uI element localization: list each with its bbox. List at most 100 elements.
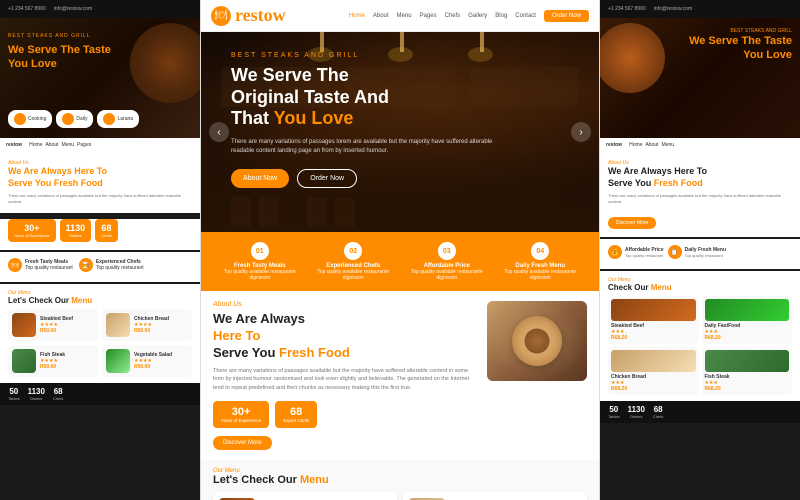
left-about-desc: There are many variations of passages av… (8, 193, 192, 205)
bstat-3: 68 Chefs (53, 387, 63, 401)
price-icon: 💰 (608, 245, 622, 259)
meals-icon: 🍽 (8, 258, 22, 272)
left-hero-text: Best Steaks And Grill We Serve The Taste… (8, 33, 111, 72)
left-stats: 30+ Years of Experience 1130 Dishes 68 C… (0, 219, 200, 250)
menu-item-img-4 (106, 349, 130, 373)
right-email: info@restow.com (654, 6, 692, 12)
center-header: 🍽 restow Home About Menu Pages Chefs Gal… (201, 0, 599, 32)
r-menu-item-2: Daily FastFood ★★★ R68.20 (702, 296, 793, 344)
left-food-image (130, 23, 200, 103)
feat-strip-3: 03 Affordable Price Top quality availabl… (400, 242, 494, 281)
r-menu-img-3 (611, 350, 696, 372)
center-menu-card-2: Chicken Bread ★★★★★ R05.35 (403, 492, 587, 500)
right-feature-row: 💰 Affordable Price Top quality restauran… (608, 245, 792, 259)
r-bstat-1: 50 Tables (608, 405, 620, 419)
nav-blog[interactable]: Blog (495, 13, 507, 19)
about-text: About Us We Are Always Here To Serve You… (213, 301, 477, 450)
about-image (487, 301, 587, 450)
feat-strip-4: 04 Daily Fresh Menu Top quality availabl… (494, 242, 588, 281)
features-strip: 01 Fresh Tasty Meals Top quality availab… (201, 232, 599, 291)
left-hero: Best Steaks And Grill We Serve The Taste… (0, 18, 200, 138)
center-about-section: About Us We Are Always Here To Serve You… (201, 291, 599, 460)
feat-chefs-text: Experienced Chefs Top quality restaurant (96, 259, 144, 271)
about-stat-years: 30+ Years of Experience (213, 401, 269, 428)
left-hero-headline: We Serve The Taste You Love (8, 43, 111, 72)
about-title: We Are Always Here To Serve You Fresh Fo… (213, 311, 477, 362)
right-menu-section: Our Menu Check Our Menu Steakted Beef ★★… (600, 271, 800, 401)
right-hero: Best Steaks And Grill We Serve The Taste… (600, 18, 800, 138)
cooking-icon (14, 113, 26, 125)
hero-next-button[interactable]: › (571, 122, 591, 142)
brand-name: restow (235, 5, 286, 26)
larana-icon (103, 113, 115, 125)
menu-item-info-1: Steakted Beef ★★★★ R50.00 (40, 316, 73, 334)
nav-chefs[interactable]: Chefs (445, 13, 461, 19)
right-discover-button[interactable]: Discover More (608, 217, 656, 229)
r-feat-price-text: Affordable Price Top quality restaurant (625, 247, 664, 258)
center-menu-grid: Steakted Beef ★★★★★ R05.35 Chicken Bread… (213, 492, 587, 500)
menu-icon: 📋 (668, 245, 682, 259)
right-nav-menu[interactable]: Menu (662, 142, 675, 148)
about-now-button[interactable]: About Now (231, 169, 289, 188)
left-topbar: +1 234 567 8900 info@restow.com (0, 0, 200, 18)
left-menu-item-4: Vegetable Salad ★★★★ R50.00 (102, 345, 192, 377)
nav-home[interactable]: Home (349, 13, 365, 19)
left-bottom-stats: 50 Tables 1130 Dishes 68 Chefs (0, 383, 200, 405)
menu-item-img-2 (106, 313, 130, 337)
left-hero-badges: Cooking Daily Larana (8, 110, 139, 128)
left-about-title: We Are Always Here To Serve You Fresh Fo… (8, 166, 192, 189)
left-nav-menu[interactable]: Menu (62, 142, 75, 148)
menu-item-info-3: Fish Steak ★★★★ R50.00 (40, 352, 65, 370)
nav-contact[interactable]: Contact (515, 13, 536, 19)
menu-item-img-1 (12, 313, 36, 337)
right-nav-about[interactable]: About (645, 142, 658, 148)
badge-daily: Daily (56, 110, 93, 128)
hero-description: There are many variations of passages lo… (231, 138, 511, 157)
r-menu-img-4 (705, 350, 790, 372)
r-menu-item-3: Chicken Bread ★★★ R68.20 (608, 347, 699, 395)
r-feat-menu-text: Daily Fresh Menu Top quality restaurant (685, 247, 726, 258)
order-now-hero-button[interactable]: Order Now (297, 169, 357, 188)
nav-pages[interactable]: Pages (420, 13, 437, 19)
left-nav-about[interactable]: About (45, 142, 58, 148)
hero-sub: Best Steaks And Grill (231, 52, 569, 59)
right-bottom-stats: 50 Tables 1130 Dishes 68 Chefs (600, 401, 800, 423)
daily-icon (62, 113, 74, 125)
left-menu-title: Let's Check Our Menu (8, 296, 192, 305)
nav-about[interactable]: About (373, 13, 389, 19)
r-menu-img-1 (611, 299, 696, 321)
r-bstat-3: 68 Chefs (653, 405, 663, 419)
left-features: 🍽 Fresh Tasty Meals Top quality restaura… (0, 252, 200, 282)
feat-num-3: 03 (438, 242, 456, 260)
right-nav-home[interactable]: Home (629, 142, 642, 148)
hero-prev-button[interactable]: ‹ (209, 122, 229, 142)
right-logo: restow (606, 142, 622, 148)
left-menu-section: Our Menu Let's Check Our Menu Steakted B… (0, 284, 200, 383)
feat-chefs: 👨‍🍳 Experienced Chefs Top quality restau… (79, 258, 144, 272)
chefs-icon: 👨‍🍳 (79, 258, 93, 272)
order-now-button[interactable]: Order Now (544, 10, 589, 22)
about-stat-chefs: 68 Expert Chefs (275, 401, 317, 428)
right-features: 💰 Affordable Price Top quality restauran… (600, 239, 800, 269)
feat-num-2: 02 (344, 242, 362, 260)
left-stat-years: 30+ Years of Experience (8, 219, 56, 242)
left-nav-pages[interactable]: Pages (77, 142, 91, 148)
nav-gallery[interactable]: Gallery (468, 13, 487, 19)
about-main-image (487, 301, 587, 381)
left-email: info@restow.com (54, 6, 92, 12)
discover-more-button[interactable]: Discover More (213, 436, 272, 450)
nav-menu[interactable]: Menu (397, 13, 412, 19)
left-stat-chefs: 68 Chefs (95, 219, 117, 242)
right-about-desc: There are many variations of passages av… (608, 193, 792, 205)
r-feat-menu: 📋 Daily Fresh Menu Top quality restauran… (668, 245, 726, 259)
left-nav-home[interactable]: Home (29, 142, 42, 148)
r-menu-item-4: Fish Steak ★★★ R68.20 (702, 347, 793, 395)
right-about-section: About Us We Are Always Here To Serve You… (600, 152, 800, 237)
center-nav: Home About Menu Pages Chefs Gallery Blog… (349, 10, 589, 22)
center-hero: ‹ › Best Steaks And Grill We Serve The O… (201, 32, 599, 232)
about-stats: 30+ Years of Experience 68 Expert Chefs (213, 401, 477, 428)
center-menu-title: Let's Check Our Menu (213, 474, 587, 486)
left-hero-sub: Best Steaks And Grill (8, 33, 111, 39)
r-menu-img-2 (705, 299, 790, 321)
right-phone: +1 234 567 8900 (608, 6, 646, 12)
